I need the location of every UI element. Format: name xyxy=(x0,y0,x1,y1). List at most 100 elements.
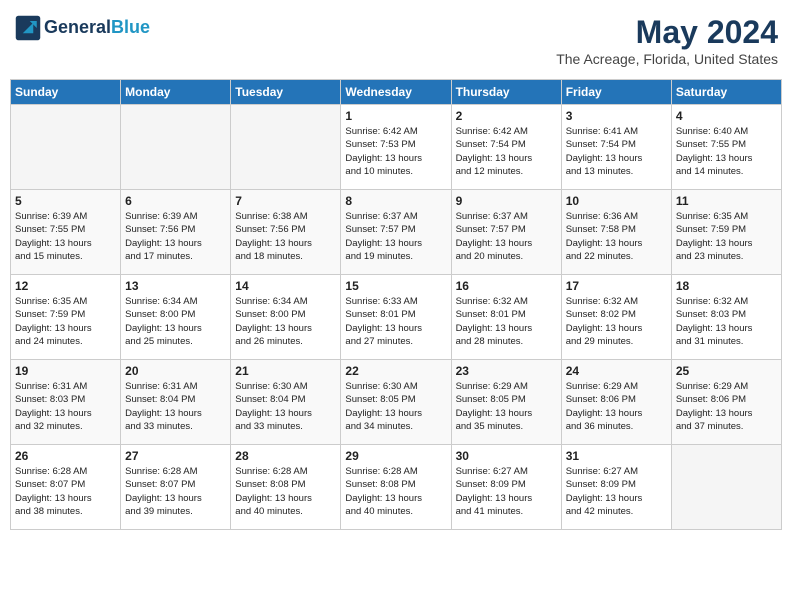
calendar-cell: 29 Sunrise: 6:28 AM Sunset: 8:08 PM Dayli… xyxy=(341,445,451,530)
day-number: 15 xyxy=(345,279,446,293)
calendar-cell: 25Sunrise: 6:29 AM Sunset: 8:06 PM Dayli… xyxy=(671,360,781,445)
day-info: Sunrise: 6:37 AM Sunset: 7:57 PM Dayligh… xyxy=(456,210,557,263)
day-info: Sunrise: 6:30 AM Sunset: 8:04 PM Dayligh… xyxy=(235,380,336,433)
day-number: 13 xyxy=(125,279,226,293)
calendar-cell: 10Sunrise: 6:36 AM Sunset: 7:58 PM Dayli… xyxy=(561,190,671,275)
day-number: 29 xyxy=(345,449,446,463)
day-number: 21 xyxy=(235,364,336,378)
day-info: Sunrise: 6:28 AM Sunset: 8:08 PM Dayligh… xyxy=(235,465,336,518)
calendar-cell: 17Sunrise: 6:32 AM Sunset: 8:02 PM Dayli… xyxy=(561,275,671,360)
day-info: Sunrise: 6:28 AM Sunset: 8:07 PM Dayligh… xyxy=(125,465,226,518)
day-info: Sunrise: 6:29 AM Sunset: 8:06 PM Dayligh… xyxy=(566,380,667,433)
day-info: Sunrise: 6:34 AM Sunset: 8:00 PM Dayligh… xyxy=(235,295,336,348)
day-number: 23 xyxy=(456,364,557,378)
calendar-table: SundayMondayTuesdayWednesdayThursdayFrid… xyxy=(10,79,782,530)
day-info: Sunrise: 6:34 AM Sunset: 8:00 PM Dayligh… xyxy=(125,295,226,348)
day-number: 14 xyxy=(235,279,336,293)
day-number: 7 xyxy=(235,194,336,208)
calendar-cell: 22 Sunrise: 6:30 AM Sunset: 8:05 PM Dayli… xyxy=(341,360,451,445)
calendar-cell: 18 Sunrise: 6:32 AM Sunset: 8:03 PM Dayli… xyxy=(671,275,781,360)
calendar-cell: 13 Sunrise: 6:34 AM Sunset: 8:00 PM Dayli… xyxy=(121,275,231,360)
day-number: 27 xyxy=(125,449,226,463)
calendar-cell: 23 Sunrise: 6:29 AM Sunset: 8:05 PM Dayli… xyxy=(451,360,561,445)
day-number: 24 xyxy=(566,364,667,378)
day-info: Sunrise: 6:32 AM Sunset: 8:01 PM Dayligh… xyxy=(456,295,557,348)
page-header: GeneralBlue May 2024 The Acreage, Florid… xyxy=(10,10,782,71)
logo-icon xyxy=(14,14,42,42)
day-info: Sunrise: 6:37 AM Sunset: 7:57 PM Dayligh… xyxy=(345,210,446,263)
calendar-cell: 26 Sunrise: 6:28 AM Sunset: 8:07 PM Dayli… xyxy=(11,445,121,530)
calendar-week-4: 19 Sunrise: 6:31 AM Sunset: 8:03 PM Dayli… xyxy=(11,360,782,445)
month-year: May 2024 xyxy=(556,14,778,51)
calendar-cell: 31 Sunrise: 6:27 AM Sunset: 8:09 PM Dayli… xyxy=(561,445,671,530)
calendar-cell: 30 Sunrise: 6:27 AM Sunset: 8:09 PM Dayli… xyxy=(451,445,561,530)
day-info: Sunrise: 6:29 AM Sunset: 8:05 PM Dayligh… xyxy=(456,380,557,433)
calendar-week-2: 5Sunrise: 6:39 AM Sunset: 7:55 PM Daylig… xyxy=(11,190,782,275)
calendar-cell: 1 Sunrise: 6:42 AM Sunset: 7:53 PM Daylig… xyxy=(341,105,451,190)
day-info: Sunrise: 6:29 AM Sunset: 8:06 PM Dayligh… xyxy=(676,380,777,433)
calendar-cell: 14 Sunrise: 6:34 AM Sunset: 8:00 PM Dayli… xyxy=(231,275,341,360)
day-number: 19 xyxy=(15,364,116,378)
calendar-cell xyxy=(11,105,121,190)
day-info: Sunrise: 6:35 AM Sunset: 7:59 PM Dayligh… xyxy=(15,295,116,348)
day-info: Sunrise: 6:28 AM Sunset: 8:08 PM Dayligh… xyxy=(345,465,446,518)
weekday-header-monday: Monday xyxy=(121,80,231,105)
day-info: Sunrise: 6:39 AM Sunset: 7:55 PM Dayligh… xyxy=(15,210,116,263)
calendar-cell: 24 Sunrise: 6:29 AM Sunset: 8:06 PM Dayli… xyxy=(561,360,671,445)
calendar-cell: 21 Sunrise: 6:30 AM Sunset: 8:04 PM Dayli… xyxy=(231,360,341,445)
day-info: Sunrise: 6:39 AM Sunset: 7:56 PM Dayligh… xyxy=(125,210,226,263)
day-number: 11 xyxy=(676,194,777,208)
weekday-header-sunday: Sunday xyxy=(11,80,121,105)
day-number: 2 xyxy=(456,109,557,123)
day-info: Sunrise: 6:42 AM Sunset: 7:53 PM Dayligh… xyxy=(345,125,446,178)
day-number: 18 xyxy=(676,279,777,293)
calendar-week-1: 1 Sunrise: 6:42 AM Sunset: 7:53 PM Daylig… xyxy=(11,105,782,190)
calendar-week-5: 26 Sunrise: 6:28 AM Sunset: 8:07 PM Dayli… xyxy=(11,445,782,530)
logo-text: GeneralBlue xyxy=(44,18,150,38)
calendar-cell: 4Sunrise: 6:40 AM Sunset: 7:55 PM Daylig… xyxy=(671,105,781,190)
weekday-header-saturday: Saturday xyxy=(671,80,781,105)
calendar-cell: 9Sunrise: 6:37 AM Sunset: 7:57 PM Daylig… xyxy=(451,190,561,275)
calendar-cell: 7 Sunrise: 6:38 AM Sunset: 7:56 PM Daylig… xyxy=(231,190,341,275)
day-info: Sunrise: 6:31 AM Sunset: 8:04 PM Dayligh… xyxy=(125,380,226,433)
day-info: Sunrise: 6:36 AM Sunset: 7:58 PM Dayligh… xyxy=(566,210,667,263)
calendar-cell: 15Sunrise: 6:33 AM Sunset: 8:01 PM Dayli… xyxy=(341,275,451,360)
calendar-cell: 16Sunrise: 6:32 AM Sunset: 8:01 PM Dayli… xyxy=(451,275,561,360)
day-info: Sunrise: 6:31 AM Sunset: 8:03 PM Dayligh… xyxy=(15,380,116,433)
calendar-cell: 19 Sunrise: 6:31 AM Sunset: 8:03 PM Dayli… xyxy=(11,360,121,445)
weekday-header-wednesday: Wednesday xyxy=(341,80,451,105)
calendar-cell: 12Sunrise: 6:35 AM Sunset: 7:59 PM Dayli… xyxy=(11,275,121,360)
day-info: Sunrise: 6:28 AM Sunset: 8:07 PM Dayligh… xyxy=(15,465,116,518)
day-info: Sunrise: 6:32 AM Sunset: 8:03 PM Dayligh… xyxy=(676,295,777,348)
day-number: 30 xyxy=(456,449,557,463)
day-number: 17 xyxy=(566,279,667,293)
day-info: Sunrise: 6:41 AM Sunset: 7:54 PM Dayligh… xyxy=(566,125,667,178)
calendar-cell: 8 Sunrise: 6:37 AM Sunset: 7:57 PM Daylig… xyxy=(341,190,451,275)
day-info: Sunrise: 6:38 AM Sunset: 7:56 PM Dayligh… xyxy=(235,210,336,263)
calendar-cell xyxy=(671,445,781,530)
calendar-cell xyxy=(231,105,341,190)
title-block: May 2024 The Acreage, Florida, United St… xyxy=(556,14,778,67)
day-number: 20 xyxy=(125,364,226,378)
weekday-header-row: SundayMondayTuesdayWednesdayThursdayFrid… xyxy=(11,80,782,105)
day-info: Sunrise: 6:35 AM Sunset: 7:59 PM Dayligh… xyxy=(676,210,777,263)
day-number: 6 xyxy=(125,194,226,208)
calendar-cell: 6 Sunrise: 6:39 AM Sunset: 7:56 PM Daylig… xyxy=(121,190,231,275)
calendar-cell: 11 Sunrise: 6:35 AM Sunset: 7:59 PM Dayli… xyxy=(671,190,781,275)
day-number: 26 xyxy=(15,449,116,463)
calendar-cell: 27 Sunrise: 6:28 AM Sunset: 8:07 PM Dayli… xyxy=(121,445,231,530)
calendar-cell: 28Sunrise: 6:28 AM Sunset: 8:08 PM Dayli… xyxy=(231,445,341,530)
calendar-cell: 2Sunrise: 6:42 AM Sunset: 7:54 PM Daylig… xyxy=(451,105,561,190)
day-number: 22 xyxy=(345,364,446,378)
weekday-header-friday: Friday xyxy=(561,80,671,105)
weekday-header-tuesday: Tuesday xyxy=(231,80,341,105)
day-info: Sunrise: 6:30 AM Sunset: 8:05 PM Dayligh… xyxy=(345,380,446,433)
calendar-cell xyxy=(121,105,231,190)
day-number: 8 xyxy=(345,194,446,208)
day-number: 1 xyxy=(345,109,446,123)
day-info: Sunrise: 6:27 AM Sunset: 8:09 PM Dayligh… xyxy=(566,465,667,518)
day-number: 4 xyxy=(676,109,777,123)
day-number: 31 xyxy=(566,449,667,463)
calendar-week-3: 12Sunrise: 6:35 AM Sunset: 7:59 PM Dayli… xyxy=(11,275,782,360)
day-info: Sunrise: 6:27 AM Sunset: 8:09 PM Dayligh… xyxy=(456,465,557,518)
